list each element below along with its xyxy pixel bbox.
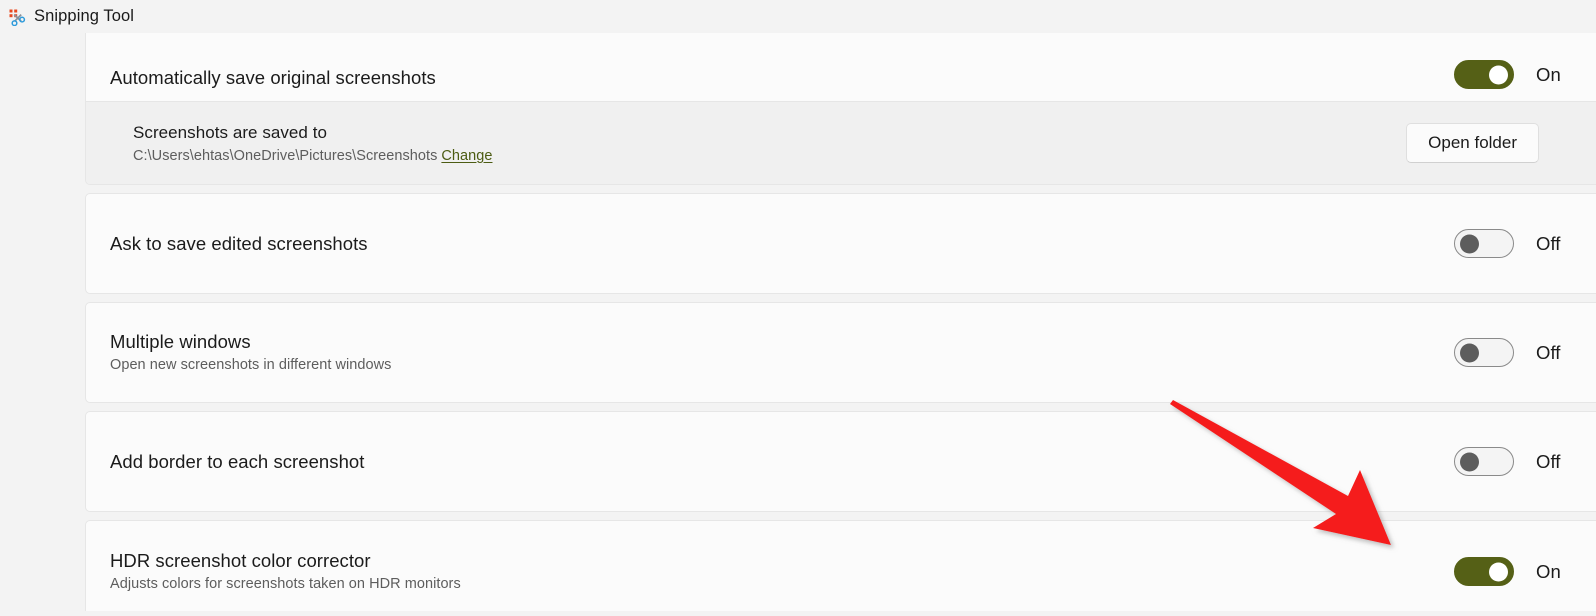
setting-title: Add border to each screenshot: [110, 450, 365, 472]
setting-row-controls: Off: [1454, 338, 1596, 367]
multiple-windows-toggle[interactable]: [1454, 338, 1514, 367]
toggle-knob: [1460, 343, 1479, 362]
setting-title: HDR screenshot color corrector: [110, 550, 371, 572]
setting-card-hdr-corrector: HDR screenshot color corrector Adjusts c…: [85, 520, 1596, 611]
setting-row-text: Ask to save edited screenshots: [110, 232, 1454, 255]
window-title: Snipping Tool: [34, 7, 135, 26]
title-bar: Snipping Tool: [0, 0, 1596, 33]
setting-row-text: Automatically save original screenshots: [110, 66, 1454, 89]
setting-row-text: Multiple windows Open new screenshots in…: [110, 330, 1454, 375]
setting-subtitle: Open new screenshots in different window…: [110, 357, 392, 374]
save-location-text: Screenshots are saved to C:\Users\ehtas\…: [133, 122, 1406, 164]
setting-row-hdr-corrector[interactable]: HDR screenshot color corrector Adjusts c…: [86, 521, 1596, 611]
setting-card-ask-to-save: Ask to save edited screenshots Off: [85, 193, 1596, 294]
setting-row-add-border[interactable]: Add border to each screenshot Off: [86, 412, 1596, 511]
ask-to-save-toggle[interactable]: [1454, 229, 1514, 258]
setting-card-auto-save: Automatically save original screenshots …: [85, 33, 1596, 185]
auto-save-state-label: On: [1536, 63, 1561, 85]
setting-row-controls: On: [1454, 60, 1596, 89]
add-border-state-label: Off: [1536, 450, 1561, 472]
settings-list: Automatically save original screenshots …: [85, 33, 1596, 611]
auto-save-toggle[interactable]: [1454, 60, 1514, 89]
setting-subtitle: Adjusts colors for screenshots taken on …: [110, 576, 461, 593]
setting-row-multiple-windows[interactable]: Multiple windows Open new screenshots in…: [86, 303, 1596, 402]
ask-to-save-state-label: Off: [1536, 232, 1561, 254]
setting-title: Automatically save original screenshots: [110, 66, 436, 88]
add-border-toggle[interactable]: [1454, 447, 1514, 476]
toggle-knob: [1489, 562, 1508, 581]
save-location-subrow: Screenshots are saved to C:\Users\ehtas\…: [86, 101, 1596, 184]
setting-title: Multiple windows: [110, 331, 251, 353]
setting-title: Ask to save edited screenshots: [110, 232, 368, 254]
setting-card-multiple-windows: Multiple windows Open new screenshots in…: [85, 302, 1596, 403]
save-location-path-line: C:\Users\ehtas\OneDrive\Pictures\Screens…: [133, 148, 1406, 164]
setting-row-auto-save[interactable]: Automatically save original screenshots …: [86, 33, 1596, 101]
setting-card-add-border: Add border to each screenshot Off: [85, 411, 1596, 512]
change-location-link[interactable]: Change: [441, 148, 492, 164]
toggle-knob: [1460, 452, 1479, 471]
setting-row-ask-to-save[interactable]: Ask to save edited screenshots Off: [86, 194, 1596, 293]
setting-row-text: HDR screenshot color corrector Adjusts c…: [110, 549, 1454, 594]
setting-row-controls: Off: [1454, 229, 1596, 258]
toggle-knob: [1460, 234, 1479, 253]
setting-row-controls: On: [1454, 557, 1596, 586]
setting-row-text: Add border to each screenshot: [110, 450, 1454, 473]
save-location-title: Screenshots are saved to: [133, 122, 327, 142]
hdr-corrector-toggle[interactable]: [1454, 557, 1514, 586]
save-location-path: C:\Users\ehtas\OneDrive\Pictures\Screens…: [133, 148, 438, 165]
settings-page: Automatically save original screenshots …: [0, 33, 1596, 611]
multiple-windows-state-label: Off: [1536, 341, 1561, 363]
snipping-tool-icon: [8, 8, 26, 26]
toggle-knob: [1489, 65, 1508, 84]
hdr-corrector-state-label: On: [1536, 560, 1561, 582]
setting-row-controls: Off: [1454, 447, 1596, 476]
open-folder-button[interactable]: Open folder: [1406, 123, 1539, 163]
